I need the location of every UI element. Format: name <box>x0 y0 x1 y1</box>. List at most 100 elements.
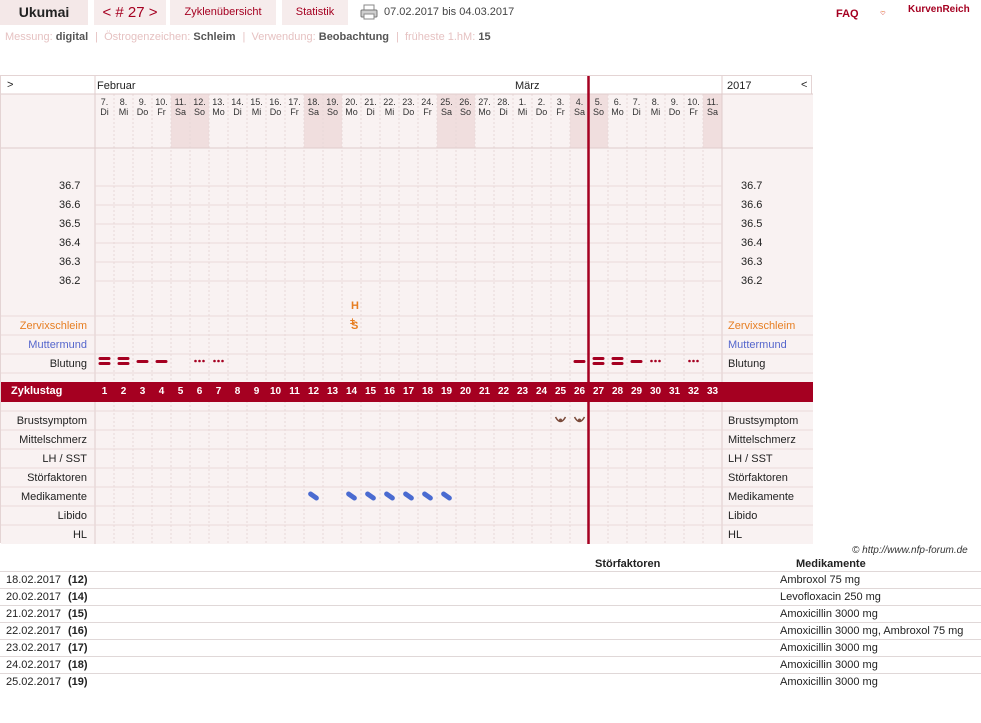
row-label-hl-left: HL <box>72 529 87 541</box>
temp-label-left: 36.5 <box>59 218 81 230</box>
cycle-day-number: 12 <box>307 386 320 397</box>
day-number: 10. <box>687 97 700 107</box>
temp-label-right: 36.3 <box>741 256 763 268</box>
chart-nav-prev-button[interactable]: > <box>7 79 13 91</box>
bleeding-spotting-icon <box>202 359 205 363</box>
bleeding-heavy-icon <box>592 362 605 365</box>
day-number: 24. <box>421 97 434 107</box>
tab-statistics[interactable]: Statistik <box>282 0 348 25</box>
cycle-day-number: 28 <box>611 386 624 397</box>
kurvenreich-logo-icon[interactable] <box>880 3 904 23</box>
row-label-stoer-right: Störfaktoren <box>728 472 788 484</box>
weekday-label: Mo <box>212 107 225 117</box>
bleeding-spotting-icon <box>198 359 201 363</box>
bleeding-medium-icon <box>136 360 149 363</box>
cycle-day-number: 9 <box>253 386 260 397</box>
row-label-zervix-right: Zervixschleim <box>728 320 796 332</box>
cycle-day-number: 19 <box>440 386 453 397</box>
cycle-navigator: < # 27 > <box>94 0 166 25</box>
weekday-label: So <box>592 107 604 117</box>
cycle-day-number: 27 <box>592 386 605 397</box>
row-date: 18.02.2017 <box>6 574 62 586</box>
table-row: 21.02.2017 (15) Amoxicillin 3000 mg <box>0 605 981 623</box>
tab-cycle-overview[interactable]: Zyklenübersicht <box>170 0 276 25</box>
cycle-day-number: 6 <box>196 386 203 397</box>
day-number: 25. <box>440 97 453 107</box>
bleeding-spotting-icon <box>221 359 224 363</box>
cycle-day-number: 5 <box>177 386 184 397</box>
bleeding-spotting-icon <box>696 359 699 363</box>
weekday-label: Fr <box>423 107 432 117</box>
temp-label-left: 36.3 <box>59 256 81 268</box>
cycle-day-number: 8 <box>234 386 241 397</box>
cycle-day-number: 18 <box>421 386 434 397</box>
row-date: 20.02.2017 <box>6 591 62 603</box>
cycle-day-number: 14 <box>345 386 358 397</box>
temp-label-right: 36.6 <box>741 199 763 211</box>
breast-symptom-icon <box>559 418 562 422</box>
weekday-label: Fr <box>556 107 565 117</box>
day-number: 1. <box>518 97 527 107</box>
day-number: 26. <box>459 97 472 107</box>
cycle-prev-button[interactable]: < <box>102 4 111 21</box>
cycle-next-button[interactable]: > <box>149 4 158 21</box>
table-row: 23.02.2017 (17) Amoxicillin 3000 mg <box>0 639 981 657</box>
cycle-day-number: 10 <box>269 386 282 397</box>
weekday-label: Sa <box>174 107 186 117</box>
weekday-label: Do <box>136 107 149 117</box>
weekday-label: Do <box>668 107 681 117</box>
cycle-day-number: 26 <box>573 386 586 397</box>
day-number: 12. <box>193 97 206 107</box>
separator: | <box>95 31 99 43</box>
weekday-label: Mo <box>345 107 358 117</box>
cycle-day-number: 17 <box>402 386 415 397</box>
day-number: 20. <box>345 97 358 107</box>
day-number: 11. <box>174 97 187 107</box>
year-label: 2017 <box>727 80 752 92</box>
bleeding-spotting-icon <box>692 359 695 363</box>
cycle-day-number: 24 <box>535 386 548 397</box>
temp-label-left: 36.6 <box>59 199 81 211</box>
day-number: 8. <box>119 97 128 107</box>
estrogen-label: Östrogenzeichen: <box>104 31 191 43</box>
day-number: 7. <box>100 97 109 107</box>
bleeding-heavy-icon <box>611 357 624 360</box>
cycle-day-number: 33 <box>706 386 719 397</box>
row-cycle-day: (18) <box>68 659 88 671</box>
bleeding-medium-icon <box>155 360 168 363</box>
table-header-medi: Medikamente <box>796 558 866 570</box>
bleeding-spotting-icon <box>654 359 657 363</box>
weekday-label: Fr <box>157 107 166 117</box>
breast-symptom-icon <box>578 418 581 422</box>
weekday-label: Mi <box>517 107 528 117</box>
bleeding-heavy-icon <box>98 362 111 365</box>
header-bar: Ukumai < # 27 > Zyklenübersicht Statisti… <box>0 0 981 27</box>
row-medication: Amoxicillin 3000 mg <box>780 659 878 671</box>
row-label-brust-right: Brustsymptom <box>728 415 799 427</box>
row-medication: Amoxicillin 3000 mg <box>780 676 878 688</box>
temp-label-left: 36.2 <box>59 275 81 287</box>
weekday-label: Di <box>233 107 242 117</box>
weekday-label: Mi <box>251 107 262 117</box>
logo-text: KurvenReich <box>908 4 970 15</box>
estrogen-value: Schleim <box>193 31 236 43</box>
row-date: 24.02.2017 <box>6 659 62 671</box>
day-number: 10. <box>155 97 168 107</box>
faq-link[interactable]: FAQ <box>836 8 859 20</box>
bleeding-spotting-icon <box>650 359 653 363</box>
printer-icon[interactable] <box>360 4 378 20</box>
cycle-day-number: 11 <box>289 386 300 397</box>
day-number: 11. <box>706 97 719 107</box>
weekday-label: Mo <box>611 107 624 117</box>
row-label-brust-left: Brustsymptom <box>16 415 87 427</box>
use-value: Beobachtung <box>318 31 390 43</box>
chart-nav-next-button[interactable]: < <box>801 79 807 91</box>
chart-background <box>1 401 813 544</box>
weekday-label: Mi <box>650 107 661 117</box>
bleeding-spotting-icon <box>217 359 220 363</box>
day-number: 18. <box>307 97 320 107</box>
obs-letter-h: H <box>351 300 359 312</box>
copyright-text: © http://www.nfp-forum.de <box>852 545 968 556</box>
user-name: Ukumai <box>0 0 88 25</box>
cycle-day-number: 30 <box>649 386 662 397</box>
